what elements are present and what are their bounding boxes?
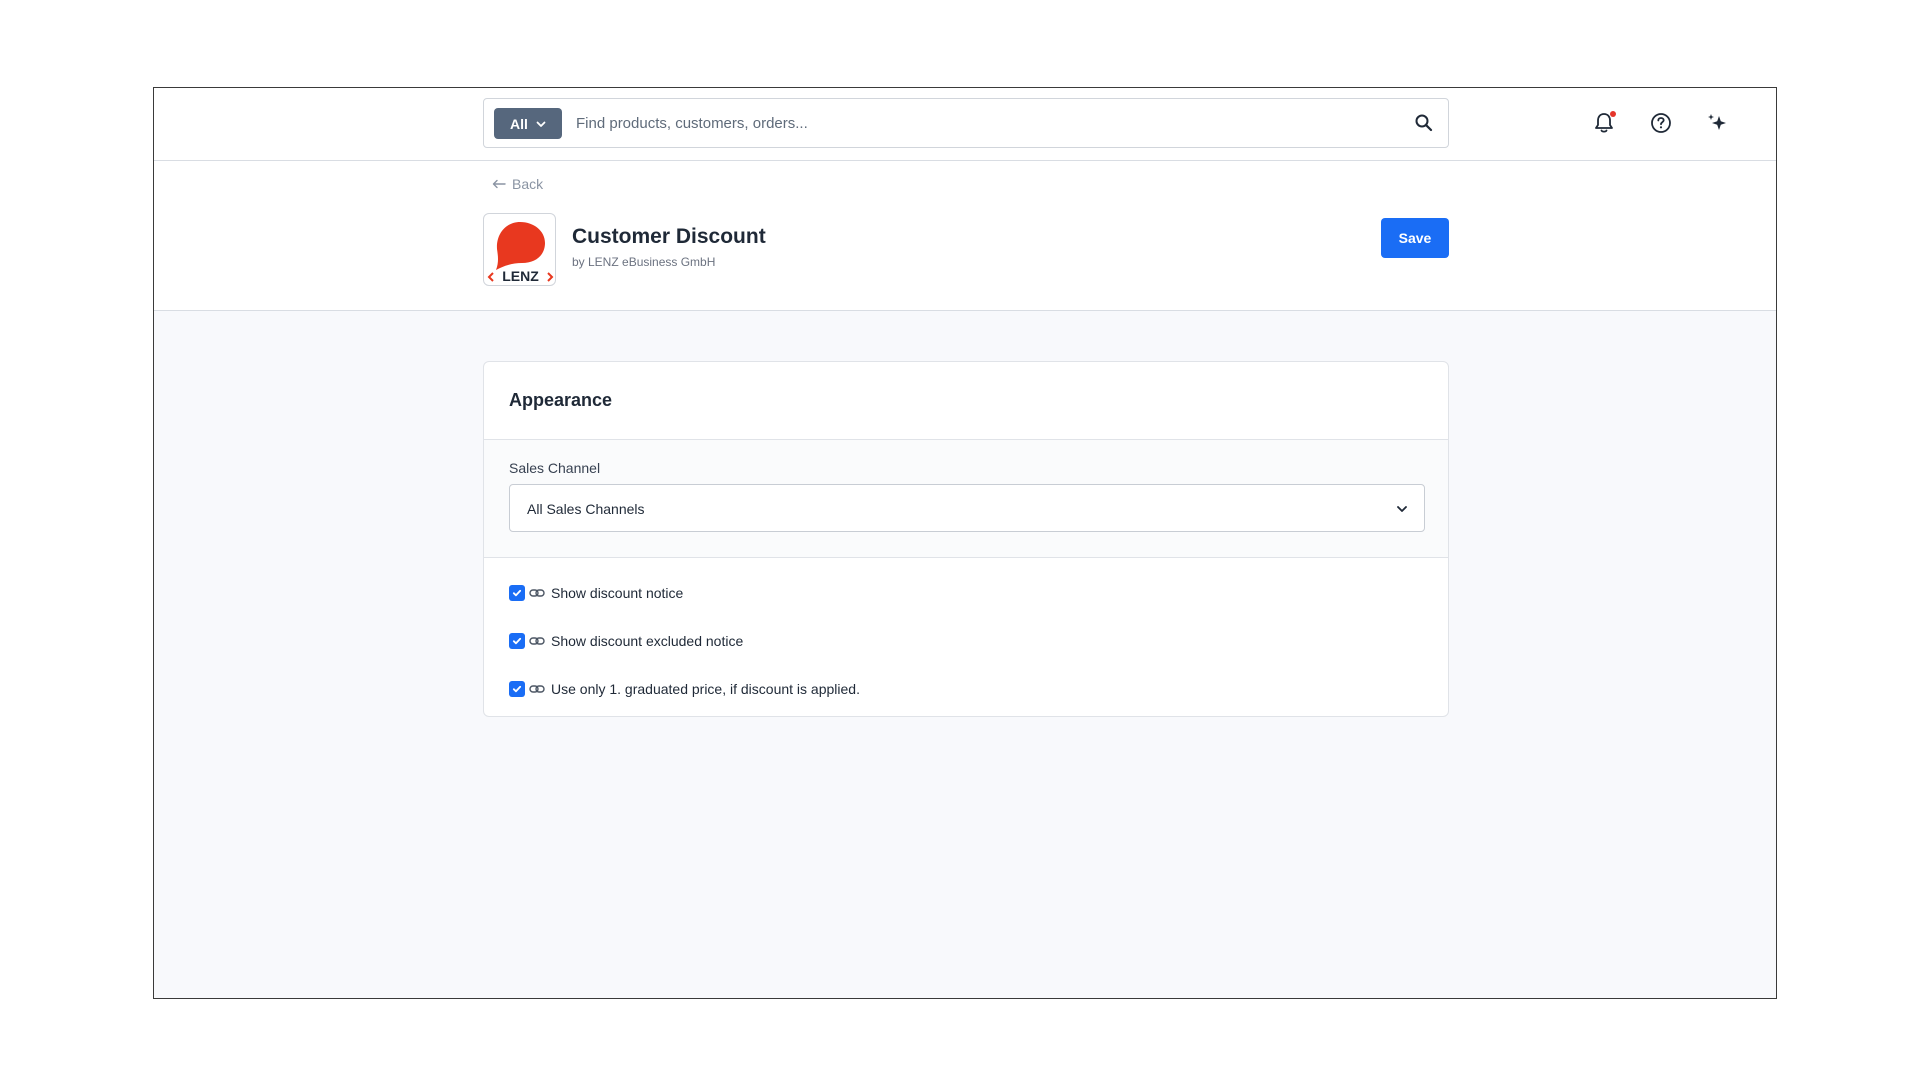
show-discount-excluded-notice-checkbox[interactable] [509,633,525,649]
card-header: Appearance [484,362,1448,440]
search-input[interactable] [576,108,1376,139]
card-title: Appearance [509,390,613,410]
logo-text: LENZ [502,268,539,284]
option-label: Use only 1. graduated price, if discount… [551,681,860,697]
back-label: Back [512,176,544,192]
chevron-down-icon [536,121,546,127]
option-label: Show discount excluded notice [551,633,744,649]
check-icon [512,589,522,597]
inheritance-link-icon[interactable] [529,635,545,647]
global-search: All [483,98,1449,148]
chevron-down-icon [1397,506,1407,512]
notifications-button[interactable] [1591,110,1617,136]
top-bar: All [154,88,1776,161]
option-row-show-discount-notice: Show discount notice [509,582,1423,604]
arrow-left-icon [492,179,506,189]
sales-channel-select[interactable]: All Sales Channels [509,484,1425,532]
page-title: Customer Discount [572,225,766,248]
notification-badge [1610,111,1616,117]
page-header: Back LENZ Customer Discount by LENZ eBus… [154,161,1776,311]
option-label: Show discount notice [551,585,684,601]
appearance-card: Appearance Sales Channel All Sales Chann… [483,361,1449,717]
search-scope-label: All [510,115,528,132]
check-icon [512,685,522,693]
save-button[interactable]: Save [1381,218,1449,258]
app-title-block: Customer Discount by LENZ eBusiness GmbH [572,225,766,269]
option-row-graduated-price: Use only 1. graduated price, if discount… [509,678,1423,700]
sales-channel-label: Sales Channel [509,460,601,476]
sales-channel-section: Sales Channel All Sales Channels [484,440,1448,558]
inheritance-link-icon[interactable] [529,683,545,695]
back-link[interactable]: Back [492,176,543,192]
ai-assistant-button[interactable] [1704,110,1730,136]
app-logo: LENZ [483,213,556,286]
app-window: All Find products, customers, orders... … [153,87,1777,999]
main-content: Appearance Sales Channel All Sales Chann… [154,311,1776,998]
graduated-price-checkbox[interactable] [509,681,525,697]
options-section: Show discount notice Show discount exclu… [484,558,1448,700]
check-icon [512,637,522,645]
help-icon [1651,113,1671,133]
search-scope-dropdown[interactable]: All [494,108,562,139]
search-icon[interactable] [1414,113,1434,133]
sparkle-icon [1708,114,1726,130]
sales-channel-value: All Sales Channels [527,501,645,517]
app-vendor: by LENZ eBusiness GmbH [572,255,716,269]
option-row-show-discount-excluded-notice: Show discount excluded notice [509,630,1423,652]
help-button[interactable] [1648,110,1674,136]
lenz-logo-icon: LENZ [487,222,554,284]
show-discount-notice-checkbox[interactable] [509,585,525,601]
inheritance-link-icon[interactable] [529,587,545,599]
